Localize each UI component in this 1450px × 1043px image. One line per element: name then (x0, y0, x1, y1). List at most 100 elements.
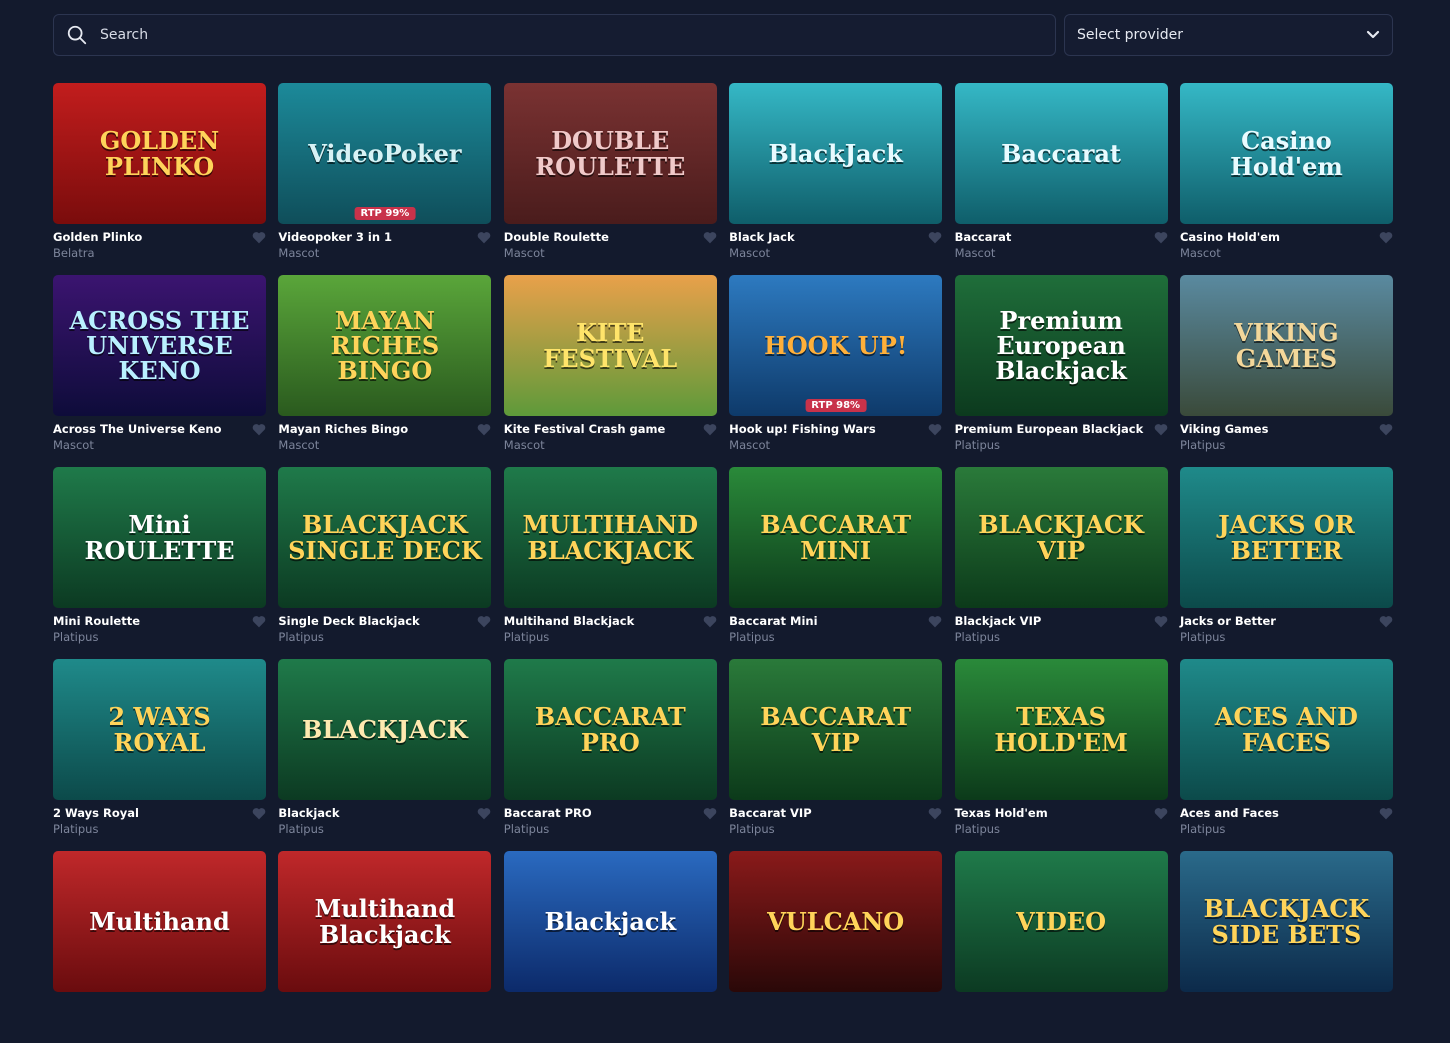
game-card[interactable]: Mini ROULETTE Mini Roulette Platipus (53, 467, 266, 659)
favorite-heart-icon[interactable] (477, 807, 491, 820)
game-title[interactable]: Viking Games (1180, 422, 1268, 436)
game-thumbnail[interactable]: BACCARAT MINI (729, 467, 943, 608)
game-card[interactable]: MAYAN RICHES BINGO Mayan Riches Bingo Masc… (278, 275, 492, 467)
game-thumbnail[interactable]: BLACKJACK SIDE BETS (1179, 851, 1393, 992)
game-card[interactable]: Baccarat Baccarat Mascot (954, 83, 1168, 275)
game-card[interactable]: GOLDEN PLINKO Golden Plinko Belatra (53, 83, 266, 275)
search-input[interactable] (98, 26, 1055, 44)
favorite-heart-icon[interactable] (252, 615, 266, 628)
favorite-heart-icon[interactable] (477, 615, 491, 628)
game-thumbnail[interactable]: BACCARAT VIP (729, 659, 943, 800)
game-title[interactable]: Blackjack (278, 806, 339, 820)
game-card[interactable]: BLACKJACK Blackjack Platipus (278, 659, 492, 851)
favorite-heart-icon[interactable] (252, 423, 266, 436)
game-thumbnail[interactable]: BlackJack (729, 83, 943, 224)
game-card[interactable]: BACCARAT MINI Baccarat Mini Platipus (729, 467, 943, 659)
game-card[interactable]: BLACKJACK VIP Blackjack VIP Platipus (954, 467, 1168, 659)
search-box[interactable] (53, 14, 1056, 56)
favorite-heart-icon[interactable] (1154, 423, 1168, 436)
game-thumbnail[interactable]: MAYAN RICHES BINGO (278, 275, 492, 416)
favorite-heart-icon[interactable] (703, 807, 717, 820)
game-thumbnail[interactable]: KITE FESTIVAL (503, 275, 717, 416)
game-card[interactable]: Multihand (53, 851, 266, 1043)
favorite-heart-icon[interactable] (477, 231, 491, 244)
game-card[interactable]: VIDEO (954, 851, 1168, 1043)
game-title[interactable]: Videopoker 3 in 1 (278, 230, 392, 244)
game-title[interactable]: Double Roulette (504, 230, 609, 244)
game-card[interactable]: MULTIHAND BLACKJACK Multihand Blackjack Pl… (503, 467, 717, 659)
favorite-heart-icon[interactable] (928, 423, 942, 436)
game-thumbnail[interactable]: Multihand Blackjack (278, 851, 492, 992)
game-thumbnail[interactable]: VideoPoker RTP 99% (278, 83, 492, 224)
game-title[interactable]: Baccarat VIP (729, 806, 811, 820)
game-thumbnail[interactable]: 2 WAYS ROYAL (53, 659, 266, 800)
game-thumbnail[interactable]: GOLDEN PLINKO (53, 83, 266, 224)
game-title[interactable]: Mayan Riches Bingo (278, 422, 408, 436)
favorite-heart-icon[interactable] (928, 231, 942, 244)
game-card[interactable]: Blackjack (503, 851, 717, 1043)
game-thumbnail[interactable]: Casino Hold'em (1179, 83, 1393, 224)
game-thumbnail[interactable]: TEXAS HOLD'EM (954, 659, 1168, 800)
game-thumbnail[interactable]: BLACKJACK (278, 659, 492, 800)
game-title[interactable]: Premium European Blackjack (955, 422, 1144, 436)
favorite-heart-icon[interactable] (703, 615, 717, 628)
game-thumbnail[interactable]: BACCARAT PRO (503, 659, 717, 800)
favorite-heart-icon[interactable] (1154, 807, 1168, 820)
game-thumbnail[interactable]: ACES AND FACES (1179, 659, 1393, 800)
game-thumbnail[interactable]: Multihand (53, 851, 266, 992)
game-thumbnail[interactable]: JACKS OR BETTER (1179, 467, 1393, 608)
game-title[interactable]: Baccarat PRO (504, 806, 592, 820)
game-thumbnail[interactable]: BLACKJACK VIP (954, 467, 1168, 608)
game-title[interactable]: Multihand Blackjack (504, 614, 634, 628)
game-card[interactable]: Multihand Blackjack (278, 851, 492, 1043)
game-thumbnail[interactable]: Premium European Blackjack (954, 275, 1168, 416)
game-thumbnail[interactable]: VULCANO (729, 851, 943, 992)
game-title[interactable]: Black Jack (729, 230, 794, 244)
game-card[interactable]: VideoPoker RTP 99% Videopoker 3 in 1 Mascot (278, 83, 492, 275)
game-thumbnail[interactable]: MULTIHAND BLACKJACK (503, 467, 717, 608)
favorite-heart-icon[interactable] (928, 807, 942, 820)
game-card[interactable]: HOOK UP! RTP 98% Hook up! Fishing Wars Masc… (729, 275, 943, 467)
game-thumbnail[interactable]: Mini ROULETTE (53, 467, 266, 608)
game-thumbnail[interactable]: VIDEO (954, 851, 1168, 992)
game-card[interactable]: 2 WAYS ROYAL 2 Ways Royal Platipus (53, 659, 266, 851)
game-thumbnail[interactable]: DOUBLE ROULETTE (503, 83, 717, 224)
game-card[interactable]: TEXAS HOLD'EM Texas Hold'em Platipus (954, 659, 1168, 851)
favorite-heart-icon[interactable] (1154, 615, 1168, 628)
game-title[interactable]: Baccarat (955, 230, 1012, 244)
game-title[interactable]: Casino Hold'em (1180, 230, 1280, 244)
game-card[interactable]: BLACKJACK SIDE BETS (1179, 851, 1393, 1043)
favorite-heart-icon[interactable] (252, 231, 266, 244)
game-card[interactable]: Casino Hold'em Casino Hold'em Mascot (1179, 83, 1393, 275)
game-card[interactable]: Premium European Blackjack Premium Europe… (954, 275, 1168, 467)
game-card[interactable]: BlackJack Black Jack Mascot (729, 83, 943, 275)
game-thumbnail[interactable]: HOOK UP! RTP 98% (729, 275, 943, 416)
game-title[interactable]: 2 Ways Royal (53, 806, 139, 820)
game-thumbnail[interactable]: VIKING GAMES (1179, 275, 1393, 416)
favorite-heart-icon[interactable] (1379, 231, 1393, 244)
game-card[interactable]: JACKS OR BETTER Jacks or Better Platipus (1179, 467, 1393, 659)
game-title[interactable]: Jacks or Better (1180, 614, 1276, 628)
favorite-heart-icon[interactable] (1379, 615, 1393, 628)
game-title[interactable]: Blackjack VIP (955, 614, 1042, 628)
game-card[interactable]: ACES AND FACES Aces and Faces Platipus (1179, 659, 1393, 851)
game-card[interactable]: KITE FESTIVAL Kite Festival Crash game Mas… (503, 275, 717, 467)
game-card[interactable]: VULCANO (729, 851, 943, 1043)
game-title[interactable]: Mini Roulette (53, 614, 140, 628)
game-card[interactable]: BLACKJACK SINGLE DECK Single Deck Blackja… (278, 467, 492, 659)
provider-select[interactable]: Select provider (1064, 14, 1393, 56)
game-title[interactable]: Baccarat Mini (729, 614, 817, 628)
game-thumbnail[interactable]: Blackjack (503, 851, 717, 992)
favorite-heart-icon[interactable] (703, 231, 717, 244)
favorite-heart-icon[interactable] (252, 807, 266, 820)
favorite-heart-icon[interactable] (1154, 231, 1168, 244)
game-card[interactable]: ACROSS THE UNIVERSE KENO Across The Unive… (53, 275, 266, 467)
game-title[interactable]: Hook up! Fishing Wars (729, 422, 876, 436)
game-title[interactable]: Kite Festival Crash game (504, 422, 666, 436)
game-title[interactable]: Across The Universe Keno (53, 422, 222, 436)
game-title[interactable]: Golden Plinko (53, 230, 142, 244)
game-card[interactable]: VIKING GAMES Viking Games Platipus (1179, 275, 1393, 467)
favorite-heart-icon[interactable] (1379, 807, 1393, 820)
game-card[interactable]: DOUBLE ROULETTE Double Roulette Mascot (503, 83, 717, 275)
game-thumbnail[interactable]: ACROSS THE UNIVERSE KENO (53, 275, 266, 416)
